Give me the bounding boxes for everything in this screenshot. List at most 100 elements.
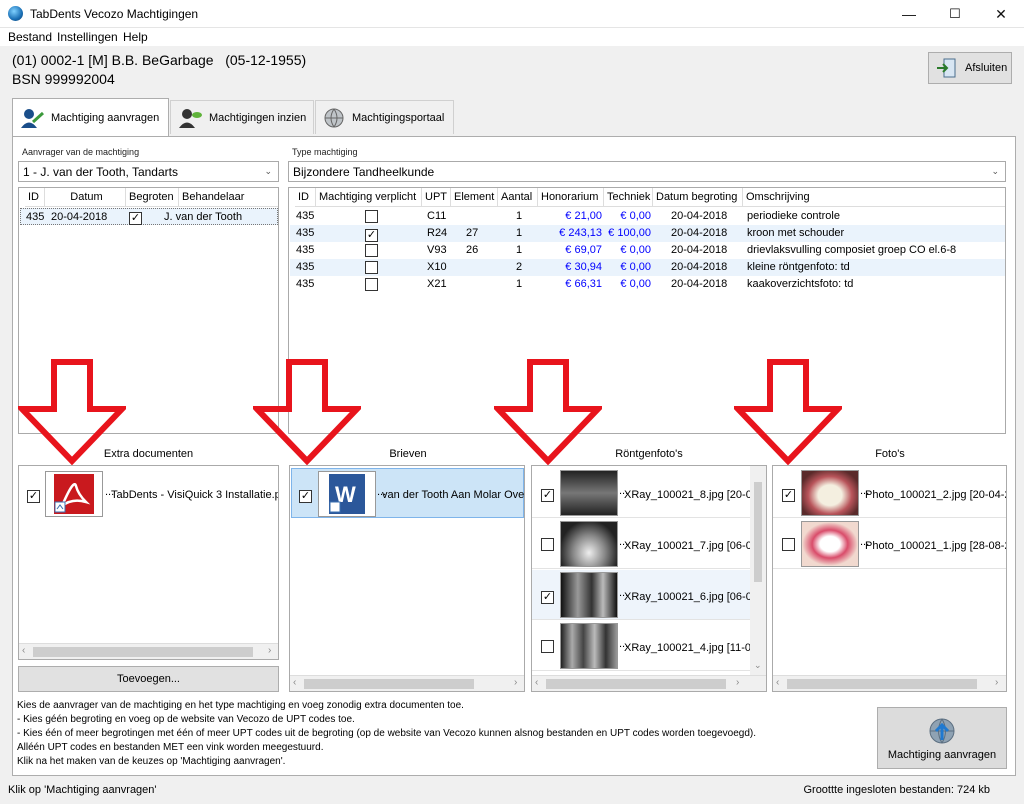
scroll-thumb[interactable] xyxy=(33,647,253,657)
cell-id: 435 xyxy=(296,261,315,273)
verplicht-checkbox[interactable] xyxy=(365,210,378,223)
menu-bestand[interactable]: Bestand xyxy=(8,30,52,44)
item-checkbox[interactable]: ✓ xyxy=(541,489,554,502)
col-header-verplicht: Machtiging verplicht xyxy=(316,188,422,207)
cell-aantal: 1 xyxy=(516,244,523,256)
list-item[interactable]: ... XRay_100021_7.jpg [06-02- xyxy=(532,519,762,569)
table-row[interactable]: 435 X21 1 € 66,31 € 0,00 20-04-2018 kaakoverzi… xyxy=(290,276,1005,293)
verplicht-checkbox[interactable] xyxy=(365,261,378,274)
cell-honorarium: € 30,94 xyxy=(565,261,602,273)
list-item[interactable]: ✓ ... XRay_100021_6.jpg [06-02- xyxy=(532,570,762,620)
item-checkbox[interactable] xyxy=(782,538,795,551)
tab-machtigingen-inzien[interactable]: Machtigingen inzien xyxy=(170,100,314,134)
vertical-scrollbar[interactable]: ⌄ xyxy=(750,466,766,675)
list-item[interactable]: ... XRay_100021_4.jpg [11-09- xyxy=(532,621,761,671)
minimize-button[interactable]: — xyxy=(886,0,932,28)
col-header-element: Element xyxy=(451,188,498,207)
xray-thumbnail xyxy=(560,470,618,516)
tab-machtiging-aanvragen[interactable]: Machtiging aanvragen xyxy=(12,98,169,136)
horizontal-scrollbar[interactable]: ‹ › xyxy=(290,675,524,691)
document-name: TabDents - VisiQuick 3 Installatie.pdf xyxy=(111,489,279,501)
cell-upt: V93 xyxy=(427,244,447,256)
extra-documenten-list: ✓ ... TabDents - VisiQuick 3 Installatie… xyxy=(18,465,279,660)
begroten-checkbox[interactable]: ✓ xyxy=(129,212,142,225)
cell-techniek: € 0,00 xyxy=(620,278,651,290)
patient-name-line: (01) 0002-1 [M] B.B. BeGarbage (05-12-19… xyxy=(12,52,307,68)
menu-instellingen[interactable]: Instellingen xyxy=(57,30,118,44)
menu-help[interactable]: Help xyxy=(123,30,148,44)
verplicht-checkbox[interactable] xyxy=(365,278,378,291)
scroll-left-icon[interactable]: ‹ xyxy=(22,645,25,656)
aanvrager-select[interactable]: 1 - J. van der Tooth, Tandarts ⌄ xyxy=(18,161,279,182)
list-item[interactable]: ✓ W ... van der Tooth Aan Molar Over xyxy=(291,468,524,518)
cell-techniek: € 0,00 xyxy=(620,244,651,256)
xray-thumbnail xyxy=(560,521,618,567)
item-checkbox[interactable]: ✓ xyxy=(27,490,40,503)
scroll-right-icon[interactable]: › xyxy=(514,677,517,688)
list-item[interactable]: ... Photo_100021_1.jpg [28-08-20 xyxy=(773,519,1006,569)
tab-machtigingsportaal[interactable]: Machtigingsportaal xyxy=(315,100,454,134)
cell-techniek: € 0,00 xyxy=(620,261,651,273)
cell-honorarium: € 66,31 xyxy=(565,278,602,290)
pdf-icon xyxy=(45,471,103,517)
close-window-button[interactable]: ✕ xyxy=(978,0,1024,28)
cell-datum: 20-04-2018 xyxy=(671,261,728,273)
item-checkbox[interactable] xyxy=(541,640,554,653)
cell-id: 435 xyxy=(296,244,315,256)
instruction-line: - Kies één of meer begrotingen met één o… xyxy=(17,728,756,739)
list-item[interactable]: ✓ ... XRay_100021_8.jpg [20-04- xyxy=(532,468,762,518)
scroll-thumb[interactable] xyxy=(546,679,726,689)
scroll-thumb[interactable] xyxy=(304,679,474,689)
cell-datum: 20-04-2018 xyxy=(51,211,108,223)
verplicht-checkbox[interactable]: ✓ xyxy=(365,229,378,242)
cell-id: 435 xyxy=(296,227,315,239)
col-header-id: ID xyxy=(295,188,316,207)
upt-grid: ID Machtiging verplicht UPT Element Aant… xyxy=(288,187,1006,434)
cell-verplicht[interactable] xyxy=(365,278,378,295)
scroll-left-icon[interactable]: ‹ xyxy=(293,677,296,688)
scroll-right-icon[interactable]: › xyxy=(995,677,998,688)
horizontal-scrollbar[interactable]: ‹ › xyxy=(532,675,766,691)
table-row[interactable]: 435 C11 1 € 21,00 € 0,00 20-04-2018 periodieke… xyxy=(290,208,1005,225)
type-select[interactable]: Bijzondere Tandheelkunde ⌄ xyxy=(288,161,1006,182)
horizontal-scrollbar[interactable]: ‹ › xyxy=(773,675,1006,691)
table-row[interactable]: 435 ✓ R24 27 1 € 243,13 € 100,00 20-04-2018 kroo… xyxy=(290,225,1005,242)
cell-upt: X10 xyxy=(427,261,447,273)
scroll-thumb[interactable] xyxy=(754,482,762,582)
item-checkbox[interactable]: ✓ xyxy=(299,490,312,503)
instruction-line: Kies de aanvrager van de machtiging en h… xyxy=(17,700,464,711)
list-item[interactable]: ✓ ... Photo_100021_2.jpg [20-04-20 xyxy=(773,468,1006,518)
cell-id: 435 xyxy=(296,278,315,290)
col-header-honorarium: Honorarium xyxy=(538,188,604,207)
cell-element: 27 xyxy=(466,227,479,239)
scroll-right-icon[interactable]: › xyxy=(736,677,739,688)
item-checkbox[interactable]: ✓ xyxy=(541,591,554,604)
scroll-down-icon[interactable]: ⌄ xyxy=(754,660,762,671)
smile-photo-thumbnail xyxy=(801,521,859,567)
cell-honorarium: € 21,00 xyxy=(565,210,602,222)
horizontal-scrollbar[interactable]: ‹ › xyxy=(19,643,278,659)
verplicht-checkbox[interactable] xyxy=(365,244,378,257)
scroll-right-icon[interactable]: › xyxy=(268,645,271,656)
fotos-list: ✓ ... Photo_100021_2.jpg [20-04-20 ... P… xyxy=(772,465,1007,692)
table-row[interactable]: 435 V93 26 1 € 69,07 € 0,00 20-04-2018 drievlak… xyxy=(290,242,1005,259)
col-header-begroten: Begroten xyxy=(126,188,179,207)
item-checkbox[interactable] xyxy=(541,538,554,551)
scroll-thumb[interactable] xyxy=(787,679,977,689)
toevoegen-button[interactable]: Toevoegen... xyxy=(18,666,279,692)
image-name: XRay_100021_7.jpg [06-02- xyxy=(624,540,762,552)
machtiging-aanvragen-button[interactable]: Machtiging aanvragen xyxy=(877,707,1007,769)
cell-aantal: 1 xyxy=(516,210,523,222)
title-bar: TabDents Vecozo Machtigingen — ☐ ✕ xyxy=(0,0,1024,28)
maximize-button[interactable]: ☐ xyxy=(932,0,978,28)
afsluiten-button[interactable]: Afsluiten xyxy=(928,52,1012,84)
table-row[interactable]: 435 20-04-2018 ✓ J. van der Tooth xyxy=(20,208,278,225)
word-document-icon: W xyxy=(318,471,376,517)
cell-datum: 20-04-2018 xyxy=(671,278,728,290)
patient-bsn-line: BSN 999992004 xyxy=(12,71,115,87)
scroll-left-icon[interactable]: ‹ xyxy=(776,677,779,688)
list-item[interactable]: ✓ ... TabDents - VisiQuick 3 Installatie… xyxy=(19,468,278,518)
item-checkbox[interactable]: ✓ xyxy=(782,489,795,502)
scroll-left-icon[interactable]: ‹ xyxy=(535,677,538,688)
table-row[interactable]: 435 X10 2 € 30,94 € 0,00 20-04-2018 kleine rön… xyxy=(290,259,1005,276)
